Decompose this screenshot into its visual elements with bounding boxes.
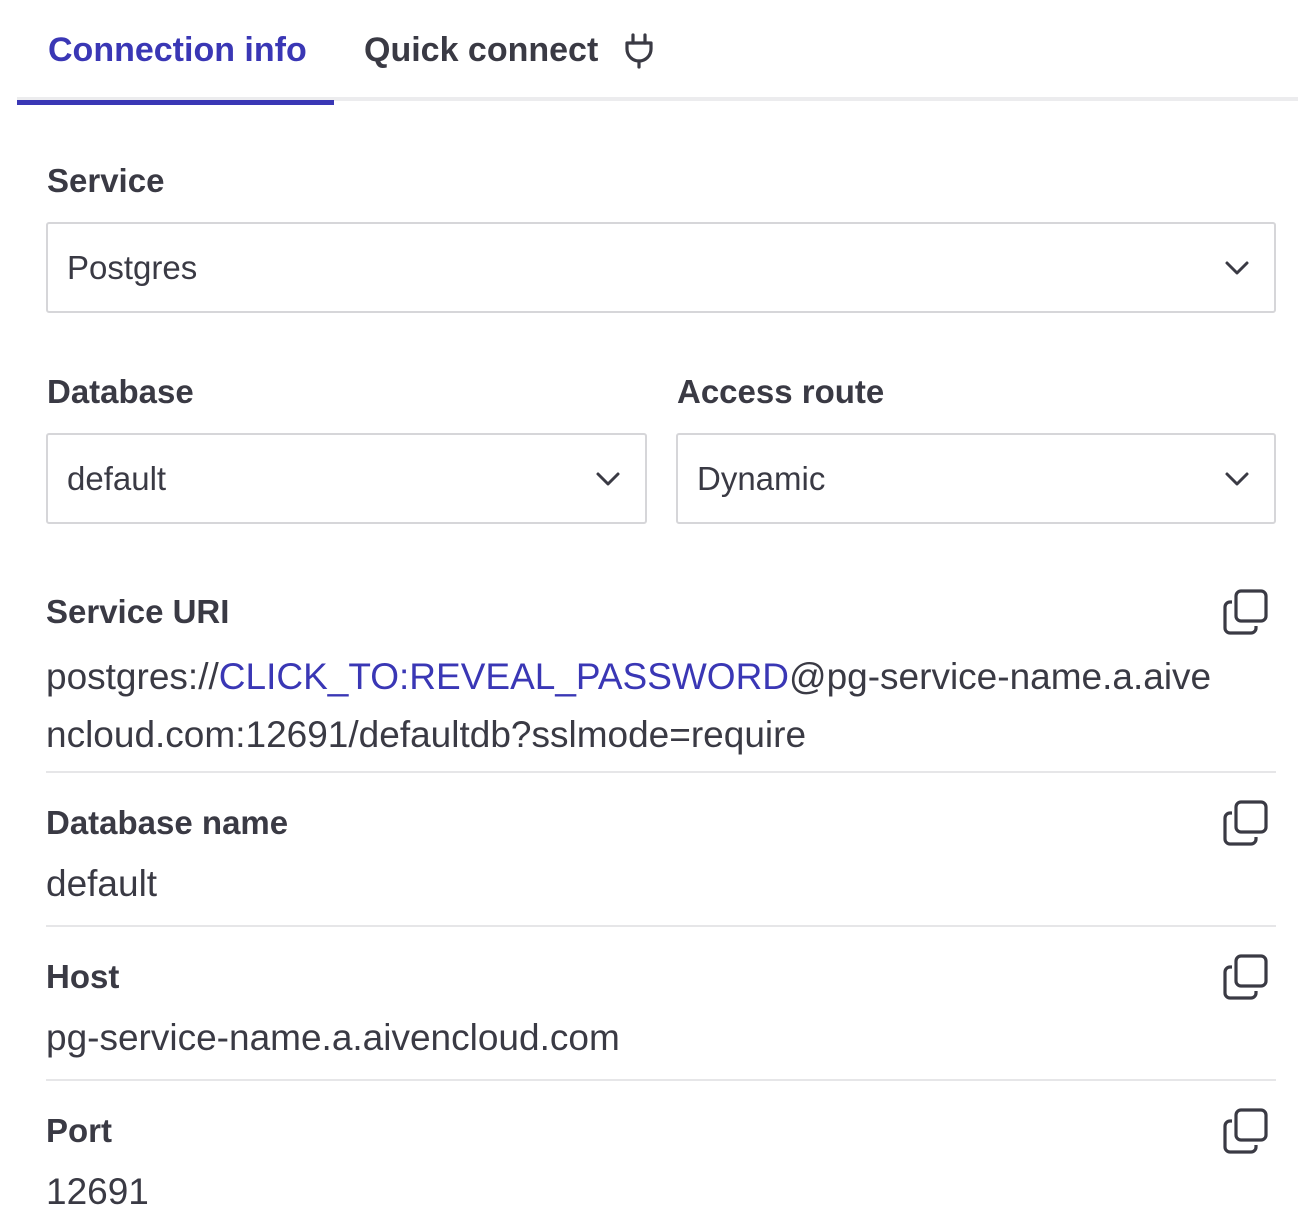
copy-icon[interactable] [1222, 953, 1270, 1001]
divider [46, 771, 1276, 773]
divider [46, 925, 1276, 927]
database-name-label: Database name [46, 804, 289, 841]
service-select[interactable]: Postgres [46, 222, 1276, 313]
tab-connection-info-label: Connection info [48, 31, 307, 69]
service-uri-value: postgres://CLICK_TO:REVEAL_PASSWORD@pg-s… [46, 648, 1276, 764]
service-select-value: Postgres [67, 248, 198, 286]
reveal-password-link[interactable]: CLICK_TO:REVEAL_PASSWORD [219, 656, 789, 697]
service-uri-field: Service URI postgres://CLICK_TO:REVEAL_P… [46, 589, 1276, 764]
tab-quick-connect[interactable]: Quick connect [364, 0, 654, 101]
divider [46, 1079, 1276, 1081]
database-label: Database [47, 373, 194, 410]
port-value: 12691 [46, 1171, 149, 1212]
port-field: Port 12691 [46, 1108, 1276, 1221]
tab-bar: Connection info Quick connect [17, 0, 1298, 105]
chevron-down-icon [1225, 261, 1249, 274]
service-uri-prefix: postgres:// [46, 656, 219, 697]
plug-icon [625, 32, 653, 69]
service-uri-label: Service URI [46, 593, 230, 630]
host-field: Host pg-service-name.a.aivencloud.com [46, 954, 1276, 1067]
access-route-label: Access route [677, 373, 885, 410]
service-label: Service [47, 162, 165, 199]
host-label: Host [46, 958, 120, 995]
database-name-value: default [46, 863, 158, 904]
host-value: pg-service-name.a.aivencloud.com [46, 1017, 620, 1058]
database-select-value: default [67, 459, 167, 497]
database-select[interactable]: default [46, 433, 647, 524]
port-label: Port [46, 1112, 112, 1149]
copy-icon[interactable] [1222, 1107, 1270, 1155]
database-name-field: Database name default [46, 800, 1276, 913]
tab-quick-connect-label: Quick connect [364, 31, 599, 69]
tab-connection-info[interactable]: Connection info [17, 0, 334, 105]
access-route-select-value: Dynamic [697, 459, 826, 497]
chevron-down-icon [596, 472, 620, 485]
access-route-select[interactable]: Dynamic [676, 433, 1276, 524]
copy-icon[interactable] [1222, 799, 1270, 847]
copy-icon[interactable] [1222, 588, 1270, 636]
chevron-down-icon [1225, 472, 1249, 485]
